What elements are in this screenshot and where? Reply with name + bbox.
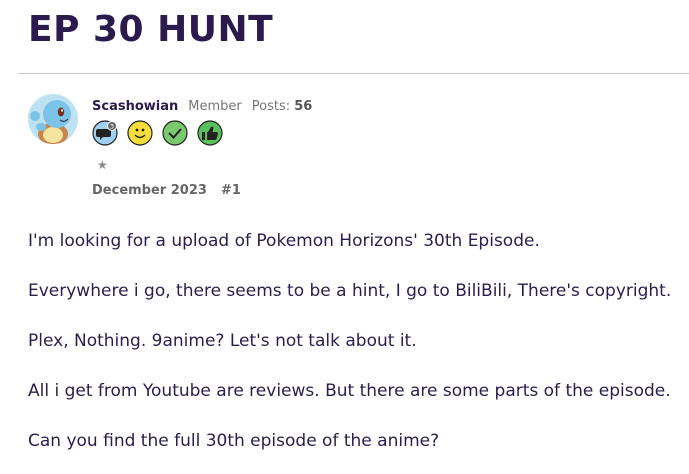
posts-label: Posts:: [251, 99, 291, 114]
post-paragraph: Plex, Nothing. 9anime? Let's not talk ab…: [28, 331, 417, 351]
post-paragraph: Can you find the full 30th episode of th…: [28, 431, 440, 451]
rank-star-icon: ★: [97, 158, 108, 172]
discussion-page: EP 30 HUNT Scashowian Member Posts: 56 3…: [0, 0, 689, 474]
badge-row: 3: [92, 120, 223, 146]
post-paragraph: I'm looking for a upload of Pokemon Hori…: [28, 231, 540, 251]
author-meta: Scashowian Member Posts: 56: [92, 98, 312, 116]
post-paragraph: All i get from Youtube are reviews. But …: [28, 381, 671, 401]
post-paragraph: Everywhere i go, there seems to be a hin…: [28, 281, 672, 301]
author-name-link[interactable]: Scashowian: [92, 99, 178, 114]
author-avatar[interactable]: [28, 94, 78, 144]
title-divider: [18, 73, 689, 74]
squirtle-avatar-icon: [28, 94, 78, 144]
thread-title: EP 30 HUNT: [28, 9, 274, 50]
posts-count: 56: [294, 99, 313, 114]
comment-badge-icon[interactable]: 3: [92, 120, 118, 146]
checkmark-badge-icon[interactable]: [162, 120, 188, 146]
badge-counter: 3: [110, 123, 114, 131]
post-number-link[interactable]: #1: [221, 183, 241, 198]
post-date-line: December 2023 #1: [92, 182, 241, 200]
thumbs-up-badge-icon[interactable]: [197, 120, 223, 146]
post-date-link[interactable]: December 2023: [92, 183, 207, 198]
smiley-badge-icon[interactable]: [127, 120, 153, 146]
author-role: Member: [188, 99, 242, 114]
